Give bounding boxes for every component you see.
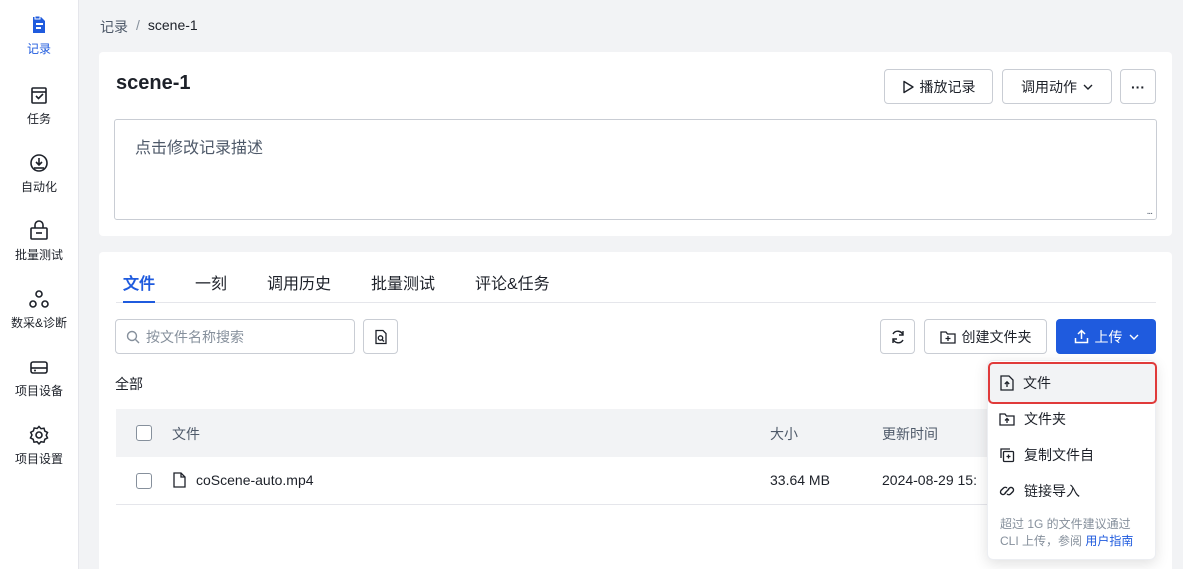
file-name[interactable]: coScene-auto.mp4 [196,472,314,488]
chevron-down-icon [1083,84,1093,90]
sidebar-item-automation[interactable]: 自动化 [0,152,78,212]
more-button[interactable]: ··· [1120,69,1156,104]
breadcrumb-separator: / [136,17,140,33]
user-guide-link[interactable]: 用户指南 [1085,534,1133,548]
file-updated: 2024-08-29 15: [882,472,977,488]
tab-batch-test[interactable]: 批量测试 [371,270,435,294]
search-box[interactable] [115,319,355,354]
breadcrumb-root[interactable]: 记录 [100,17,128,37]
search-input[interactable] [146,328,346,345]
sidebar-item-tasks[interactable]: 任务 [0,84,78,144]
tab-comments-tasks[interactable]: 评论&任务 [475,270,550,294]
sidebar-item-settings[interactable]: 项目设置 [0,424,78,484]
play-record-label: 播放记录 [919,78,976,95]
upload-hint: 超过 1G 的文件建议通过 CLI 上传，参阅 用户指南 [1000,516,1150,550]
description-placeholder: 点击修改记录描述 [135,140,264,157]
sidebar-item-batch-test[interactable]: 批量测试 [0,220,78,280]
folder-add-icon [939,330,956,344]
sidebar-item-label: 批量测试 [14,248,63,262]
automation-icon [30,154,48,172]
upload-menu-label: 文件 [1023,375,1051,391]
sidebar-item-devices[interactable]: 项目设备 [0,356,78,416]
description-field[interactable]: 点击修改记录描述 ... [114,119,1157,220]
upload-menu: 文件 文件夹 复制文件自 链接导入 超过 1G 的文件建议通过 CLI 上传，参… [987,360,1157,560]
upload-button[interactable]: 上传 [1056,319,1156,354]
file-search-icon [374,329,387,344]
active-tab-indicator [123,301,155,303]
upload-menu-item-copy-from[interactable]: 复制文件自 [988,437,1157,473]
breadcrumb: 记录 / scene-1 [100,17,198,37]
play-record-button[interactable]: 播放记录 [884,69,993,104]
upload-icon [1074,329,1088,344]
upload-menu-label: 文件夹 [1024,411,1066,427]
resize-grip[interactable]: ... [1147,206,1153,217]
upload-menu-item-folder[interactable]: 文件夹 [988,401,1157,437]
task-icon [31,87,47,104]
sidebar-item-label: 自动化 [20,180,57,194]
sidebar: 记录 任务 自动化 批量测试 数采&诊断 项目设备 项目设置 [0,0,79,569]
folder-upload-icon [999,413,1015,426]
diagnosis-icon [29,290,49,308]
chevron-down-icon [1129,334,1138,340]
tab-files[interactable]: 文件 [123,270,155,294]
column-header-file[interactable]: 文件 [172,424,200,444]
device-icon [30,361,48,374]
refresh-button[interactable] [880,319,915,354]
row-checkbox[interactable] [136,473,152,489]
invoke-action-label: 调用动作 [1021,78,1077,95]
select-all-checkbox[interactable] [136,425,152,441]
play-icon [902,80,914,93]
create-folder-label: 创建文件夹 [961,328,1032,345]
link-icon [999,486,1015,496]
sidebar-item-label: 项目设备 [14,384,63,398]
gear-icon [29,425,49,446]
breadcrumb-current: scene-1 [147,17,198,33]
invoke-action-button[interactable]: 调用动作 [1002,69,1112,104]
search-icon [126,330,140,343]
folder-scope-label: 全部 [115,376,143,392]
sidebar-item-label: 任务 [26,112,51,126]
copy-icon [1000,448,1015,463]
upload-menu-label: 复制文件自 [1024,447,1094,463]
upload-menu-item-link-import[interactable]: 链接导入 [988,473,1157,509]
upload-label: 上传 [1094,328,1123,345]
sidebar-item-label: 数采&诊断 [10,316,67,330]
create-folder-button[interactable]: 创建文件夹 [924,319,1047,354]
search-file-content-button[interactable] [363,319,398,354]
page-title: scene-1 [116,72,191,94]
file-upload-icon [1000,375,1014,391]
tab-moments[interactable]: 一刻 [195,270,227,294]
tab-invoke-history[interactable]: 调用历史 [267,270,331,294]
refresh-icon [891,330,904,343]
record-card: scene-1 播放记录 调用动作 ··· 点击修改记录描述 ... [99,52,1172,236]
tab-bar: 文件 一刻 调用历史 批量测试 评论&任务 [116,252,1156,303]
batch-test-icon [30,220,48,240]
column-header-size[interactable]: 大小 [770,424,798,444]
record-icon [33,15,45,33]
upload-menu-item-file[interactable]: 文件 [988,362,1157,404]
more-icon: ··· [1131,78,1145,95]
sidebar-item-label: 项目设置 [14,452,63,466]
file-icon [173,472,186,488]
file-size: 33.64 MB [770,472,830,488]
sidebar-item-records[interactable]: 记录 [0,14,78,74]
sidebar-item-diagnosis[interactable]: 数采&诊断 [0,288,78,348]
upload-menu-label: 链接导入 [1024,483,1080,499]
sidebar-item-label: 记录 [26,42,51,56]
column-header-updated[interactable]: 更新时间 [882,424,938,444]
